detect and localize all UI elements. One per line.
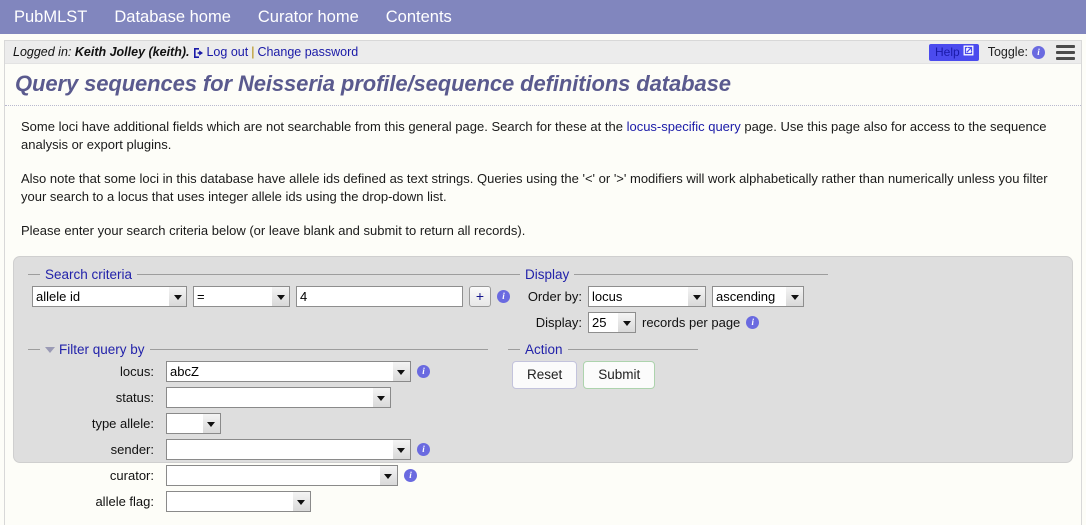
toggle-info-icon[interactable]: i — [1032, 45, 1045, 59]
page-title: Query sequences for Neisseria profile/se… — [5, 64, 1081, 106]
filter-curator-select-wrap — [166, 465, 398, 486]
filter-label-status: status: — [115, 390, 154, 405]
filter-sender-info-icon[interactable]: i — [417, 443, 430, 456]
display-fieldset: Display Order by: locus ascending Displa… — [508, 267, 828, 338]
filter-type-allele-select-wrap — [166, 413, 221, 434]
page-frame: Logged in: Keith Jolley (keith). Log out… — [4, 40, 1082, 525]
filter-curator-info-icon[interactable]: i — [404, 469, 417, 482]
records-per-page-select[interactable]: 25 — [588, 312, 636, 333]
filter-legend-label: Filter query by — [59, 342, 145, 357]
filter-query-fieldset: Filter query by locus: abcZ i status: ty… — [28, 342, 488, 517]
filter-locus-select-wrap: abcZ — [166, 361, 411, 382]
intro-paragraph-2: Also note that some loci in this databas… — [21, 171, 1048, 204]
sort-direction-select-wrap: ascending — [712, 286, 804, 307]
display-info-icon[interactable]: i — [746, 316, 760, 329]
search-criteria-body: allele id = + i — [28, 282, 510, 307]
query-form-box: Search criteria allele id = + — [13, 256, 1073, 512]
loginbar-separator: | — [251, 45, 255, 59]
filter-status-select[interactable] — [166, 387, 391, 408]
action-buttons-row: Reset Submit — [512, 361, 698, 389]
filter-row-locus: locus: abcZ i — [32, 361, 488, 382]
filter-row-type-allele: type allele: — [32, 413, 488, 434]
display-legend: Display — [525, 267, 570, 282]
filter-label-sender: sender: — [110, 442, 154, 457]
login-status-bar: Logged in: Keith Jolley (keith). Log out… — [5, 41, 1081, 64]
filter-locus-select[interactable]: abcZ — [166, 361, 411, 382]
display-label: Display: — [535, 315, 582, 330]
external-link-icon — [963, 45, 974, 59]
records-per-page-suffix: records per page — [642, 315, 741, 330]
order-by-label: Order by: — [527, 289, 582, 304]
change-password-link[interactable]: Change password — [257, 45, 358, 59]
records-per-page-select-wrap: 25 — [588, 312, 636, 333]
top-navigation-bar: PubMLST Database home Curator home Conte… — [0, 0, 1086, 34]
filter-row-curator: curator: i — [32, 465, 488, 486]
records-per-page-row: Display: 25 records per page i — [512, 312, 828, 333]
filter-row-status: status: — [32, 387, 488, 408]
intro-text-block: Some loci have additional fields which a… — [5, 106, 1081, 256]
filter-row-allele-flag: allele flag: — [32, 491, 488, 512]
logged-in-prefix: Logged in: — [13, 45, 72, 59]
help-button-label: Help — [935, 44, 960, 59]
logout-icon — [193, 47, 205, 62]
filter-sender-select[interactable] — [166, 439, 411, 460]
filter-legend: Filter query by — [40, 342, 150, 357]
help-button[interactable]: Help — [929, 43, 979, 61]
action-body: Reset Submit — [508, 357, 698, 389]
loginbar-right-group: Help Toggle: i — [929, 43, 1075, 61]
search-field-select-wrap: allele id — [32, 286, 187, 307]
submit-button[interactable]: Submit — [583, 361, 656, 389]
logged-in-text: Logged in: Keith Jolley (keith). — [13, 45, 189, 59]
filter-label-locus: locus: — [120, 364, 154, 379]
filter-allele-flag-select-wrap — [166, 491, 311, 512]
nav-item-pubmlst[interactable]: PubMLST — [14, 0, 104, 34]
filter-label-type-allele: type allele: — [91, 416, 154, 431]
order-by-select-wrap: locus — [588, 286, 706, 307]
filter-body: locus: abcZ i status: type allele: sende… — [28, 357, 488, 512]
filter-sender-select-wrap — [166, 439, 411, 460]
filter-label-curator: curator: — [109, 468, 154, 483]
search-value-input[interactable] — [296, 286, 463, 307]
toggle-control[interactable]: Toggle: i — [988, 45, 1045, 59]
search-criteria-row: allele id = + i — [32, 286, 510, 307]
filter-curator-select[interactable] — [166, 465, 398, 486]
nav-item-contents[interactable]: Contents — [386, 0, 469, 34]
action-fieldset: Action Reset Submit — [508, 342, 698, 394]
sort-direction-select[interactable]: ascending — [712, 286, 804, 307]
filter-locus-info-icon[interactable]: i — [417, 365, 430, 378]
hamburger-icon[interactable] — [1056, 44, 1075, 60]
filter-row-sender: sender: i — [32, 439, 488, 460]
logout-link[interactable]: Log out — [206, 45, 248, 59]
collapse-triangle-icon[interactable] — [45, 347, 55, 353]
hamburger-bar — [1056, 50, 1075, 54]
filter-allele-flag-select[interactable] — [166, 491, 311, 512]
action-legend: Action — [525, 342, 563, 357]
filter-label-allele-flag: allele flag: — [95, 494, 154, 509]
add-search-row-button[interactable]: + — [469, 286, 491, 307]
hamburger-bar — [1056, 56, 1075, 60]
search-field-select[interactable]: allele id — [32, 286, 187, 307]
logged-in-username: Keith Jolley (keith). — [74, 45, 190, 59]
filter-status-select-wrap — [166, 387, 391, 408]
locus-specific-query-link[interactable]: locus-specific query — [627, 119, 741, 134]
filter-type-allele-select[interactable] — [166, 413, 221, 434]
order-by-select[interactable]: locus — [588, 286, 706, 307]
hamburger-bar — [1056, 44, 1075, 48]
reset-button[interactable]: Reset — [512, 361, 578, 389]
search-operator-select-wrap: = — [193, 286, 290, 307]
toggle-label: Toggle: — [987, 45, 1028, 59]
intro-paragraph-1: Some loci have additional fields which a… — [21, 118, 1069, 154]
intro-paragraph-3: Please enter your search criteria below … — [21, 223, 526, 238]
nav-item-database-home[interactable]: Database home — [114, 0, 248, 34]
search-operator-select[interactable]: = — [193, 286, 290, 307]
order-by-row: Order by: locus ascending — [512, 286, 828, 307]
search-criteria-fieldset: Search criteria allele id = + — [28, 267, 510, 312]
intro-p1-before: Some loci have additional fields which a… — [21, 119, 627, 134]
search-criteria-legend: Search criteria — [45, 267, 133, 282]
display-body: Order by: locus ascending Display: 25 re… — [508, 282, 828, 333]
nav-item-curator-home[interactable]: Curator home — [258, 0, 376, 34]
